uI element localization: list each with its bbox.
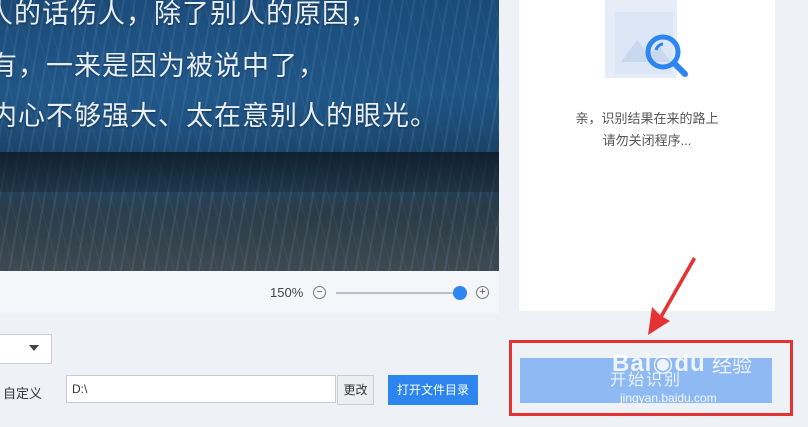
output-path-input[interactable]: D:\ xyxy=(66,375,336,403)
searching-document-icon xyxy=(605,0,688,78)
zoom-slider[interactable] xyxy=(336,286,467,300)
preview-text-line: 人的话伤人，除了别人的原因， xyxy=(0,0,378,29)
format-select[interactable] xyxy=(0,334,52,364)
zoom-level: 150% xyxy=(270,285,304,300)
chevron-down-icon xyxy=(29,345,39,351)
dark-band xyxy=(0,152,499,192)
status-text-warning: 请勿关闭程序... xyxy=(602,133,692,148)
zoom-bar: 150% − + xyxy=(0,271,499,313)
grass-texture xyxy=(0,0,499,271)
open-folder-button[interactable]: 打开文件目录 xyxy=(388,375,478,405)
zoom-out-icon[interactable]: − xyxy=(313,286,326,299)
custom-path-label: 自定义 xyxy=(3,386,43,401)
annotation-arrow-icon xyxy=(648,257,696,335)
status-text: 亲，识别结果在来的路上 xyxy=(575,111,719,126)
zoom-slider-handle[interactable] xyxy=(453,286,467,300)
change-path-button[interactable]: 更改 xyxy=(337,375,374,405)
preview-text-line: 有，一来是因为被说中了， xyxy=(0,51,326,81)
image-preview: 人的话伤人，除了别人的原因， 有，一来是因为被说中了， 内心不够强大、太在意别人… xyxy=(0,0,499,271)
zoom-in-icon[interactable]: + xyxy=(476,286,489,299)
preview-text-line: 内心不够强大、太在意别人的眼光。 xyxy=(0,101,438,131)
zoom-slider-fill xyxy=(336,292,460,294)
annotation-highlight-box xyxy=(509,340,793,416)
